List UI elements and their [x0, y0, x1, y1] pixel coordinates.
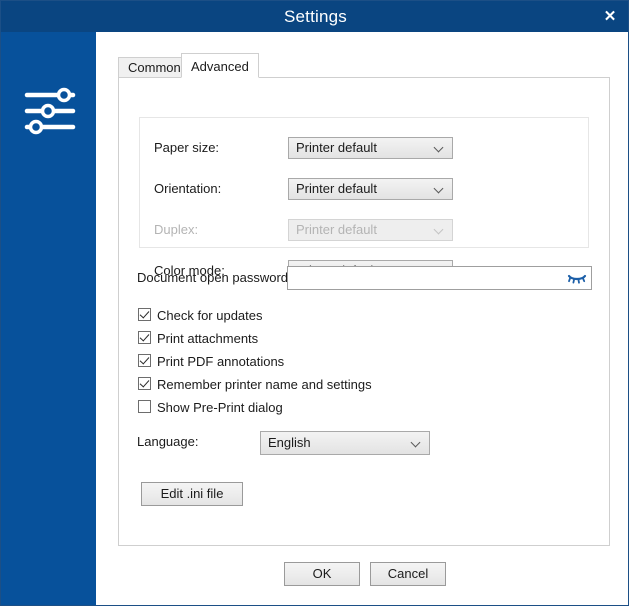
content-area: Common Advanced Paper size: Printer defa…: [96, 32, 628, 605]
sidebar: [1, 32, 96, 605]
row-orientation: Orientation: Printer default: [140, 178, 588, 200]
edit-ini-file-button[interactable]: Edit .ini file: [141, 482, 243, 506]
orientation-value: Printer default: [296, 181, 377, 196]
checkbox-box[interactable]: [138, 400, 151, 413]
checkbox-box[interactable]: [138, 377, 151, 390]
tab-common[interactable]: Common: [118, 57, 191, 77]
duplex-label: Duplex:: [154, 222, 199, 237]
checkbox-label: Print attachments: [157, 331, 259, 346]
ok-button[interactable]: OK: [284, 562, 360, 586]
duplex-value: Printer default: [296, 222, 377, 237]
language-label: Language:: [137, 434, 199, 449]
paper-size-label: Paper size:: [154, 140, 220, 155]
eye-closed-icon[interactable]: [567, 271, 587, 285]
document-open-password-label: Document open password:: [137, 270, 292, 285]
document-open-password-field[interactable]: [287, 266, 592, 290]
chevron-down-icon: [435, 185, 444, 194]
paper-size-value: Printer default: [296, 140, 377, 155]
checkbox-box[interactable]: [138, 354, 151, 367]
checkbox-label: Show Pre-Print dialog: [157, 400, 283, 415]
chevron-down-icon: [412, 439, 421, 448]
password-input[interactable]: [288, 267, 566, 289]
tab-panel-advanced: Paper size: Printer default Orientation:…: [118, 77, 610, 546]
tab-advanced[interactable]: Advanced: [181, 53, 259, 78]
language-value: English: [268, 435, 311, 450]
language-select[interactable]: English: [260, 431, 430, 455]
printer-options-group: Paper size: Printer default Orientation:…: [139, 117, 589, 282]
title-bar: Settings ✕: [1, 1, 628, 32]
row-duplex: Duplex: Printer default: [140, 219, 588, 241]
checkbox-label: Remember printer name and settings: [157, 377, 372, 392]
duplex-select: Printer default: [288, 219, 453, 241]
checkbox-label: Print PDF annotations: [157, 354, 285, 369]
orientation-label: Orientation:: [154, 181, 222, 196]
document-open-password-row: Document open password:: [137, 266, 592, 290]
sliders-icon: [24, 87, 76, 135]
cancel-button[interactable]: Cancel: [370, 562, 446, 586]
row-paper-size: Paper size: Printer default: [140, 137, 588, 159]
checkbox-box[interactable]: [138, 331, 151, 344]
close-icon[interactable]: ✕: [590, 1, 628, 32]
checkbox-box[interactable]: [138, 308, 151, 321]
page-title: Settings: [283, 7, 348, 26]
orientation-select[interactable]: Printer default: [288, 178, 453, 200]
chevron-down-icon: [435, 226, 444, 235]
paper-size-select[interactable]: Printer default: [288, 137, 453, 159]
language-row: Language: English: [137, 431, 457, 455]
settings-dialog: Settings ✕ Common Advanced Paper size: P…: [0, 0, 629, 606]
chevron-down-icon: [435, 144, 444, 153]
checkbox-label: Check for updates: [157, 308, 263, 323]
